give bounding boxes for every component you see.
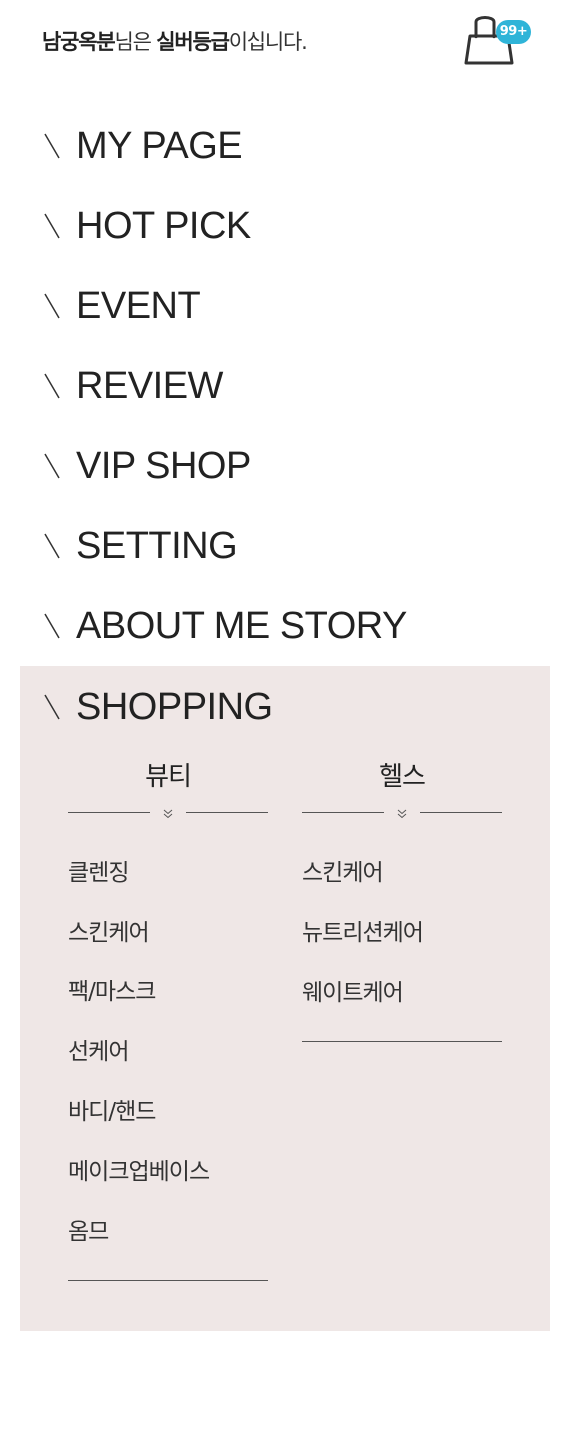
menu-item-event[interactable]: EVENT	[42, 276, 522, 336]
menu-item-setting[interactable]: SETTING	[42, 516, 522, 576]
beauty-item-skincare[interactable]: 스킨케어	[68, 913, 150, 947]
backslash-icon	[42, 448, 72, 484]
menu-label: MY PAGE	[76, 124, 243, 167]
menu-label: ABOUT ME STORY	[76, 604, 407, 647]
user-grade: 실버등급	[156, 30, 230, 54]
backslash-icon	[42, 689, 72, 725]
menu-item-hot-pick[interactable]: HOT PICK	[42, 196, 522, 256]
health-end-line	[302, 1041, 502, 1042]
double-chevron-down-icon	[397, 809, 407, 819]
health-item-weight-care[interactable]: 웨이트케어	[302, 973, 404, 1007]
beauty-title[interactable]: 뷰티	[68, 756, 268, 793]
menu-item-about-me-story[interactable]: ABOUT ME STORY	[42, 596, 522, 656]
beauty-item-homme[interactable]: 옴므	[68, 1212, 109, 1246]
beauty-item-cleansing[interactable]: 클렌징	[68, 853, 129, 887]
health-title[interactable]: 헬스	[302, 756, 502, 793]
greeting-text-2: 이십니다.	[228, 30, 308, 54]
health-item-skincare[interactable]: 스킨케어	[302, 853, 384, 887]
menu-label: EVENT	[76, 284, 201, 327]
menu-label: REVIEW	[76, 364, 223, 407]
health-item-nutrition-care[interactable]: 뉴트리션케어	[302, 913, 424, 947]
divider-line	[186, 812, 268, 813]
menu-item-review[interactable]: REVIEW	[42, 356, 522, 416]
menu-label: HOT PICK	[76, 204, 251, 247]
beauty-divider	[68, 809, 268, 823]
cart-button[interactable]: 99+	[462, 14, 532, 70]
menu-item-shopping[interactable]: SHOPPING	[42, 677, 522, 737]
backslash-icon	[42, 608, 72, 644]
menu-label: SETTING	[76, 524, 238, 567]
user-name: 남궁옥분	[42, 30, 116, 54]
double-chevron-down-icon	[163, 809, 173, 819]
backslash-icon	[42, 528, 72, 564]
beauty-item-body-hand[interactable]: 바디/핸드	[68, 1092, 156, 1126]
divider-line	[68, 812, 150, 813]
beauty-end-line	[68, 1280, 268, 1281]
backslash-icon	[42, 288, 72, 324]
divider-line	[302, 812, 384, 813]
backslash-icon	[42, 368, 72, 404]
beauty-item-pack-mask[interactable]: 팩/마스크	[68, 972, 156, 1006]
menu-item-vip-shop[interactable]: VIP SHOP	[42, 436, 522, 496]
beauty-item-makeup-base[interactable]: 메이크업베이스	[68, 1152, 210, 1186]
beauty-item-suncare[interactable]: 선케어	[68, 1032, 129, 1066]
menu-label: VIP SHOP	[76, 444, 251, 487]
side-menu-page: 남궁옥분님은 실버등급이십니다. 99+ MY PAGE HOT PICK EV…	[0, 0, 570, 1440]
menu-item-my-page[interactable]: MY PAGE	[42, 116, 522, 176]
divider-line	[420, 812, 502, 813]
cart-count-badge: 99+	[496, 20, 531, 44]
greeting-text-1: 님은	[114, 30, 157, 54]
menu-label: SHOPPING	[76, 685, 273, 728]
user-greeting: 남궁옥분님은 실버등급이십니다.	[42, 26, 308, 56]
backslash-icon	[42, 128, 72, 164]
health-divider	[302, 809, 502, 823]
backslash-icon	[42, 208, 72, 244]
